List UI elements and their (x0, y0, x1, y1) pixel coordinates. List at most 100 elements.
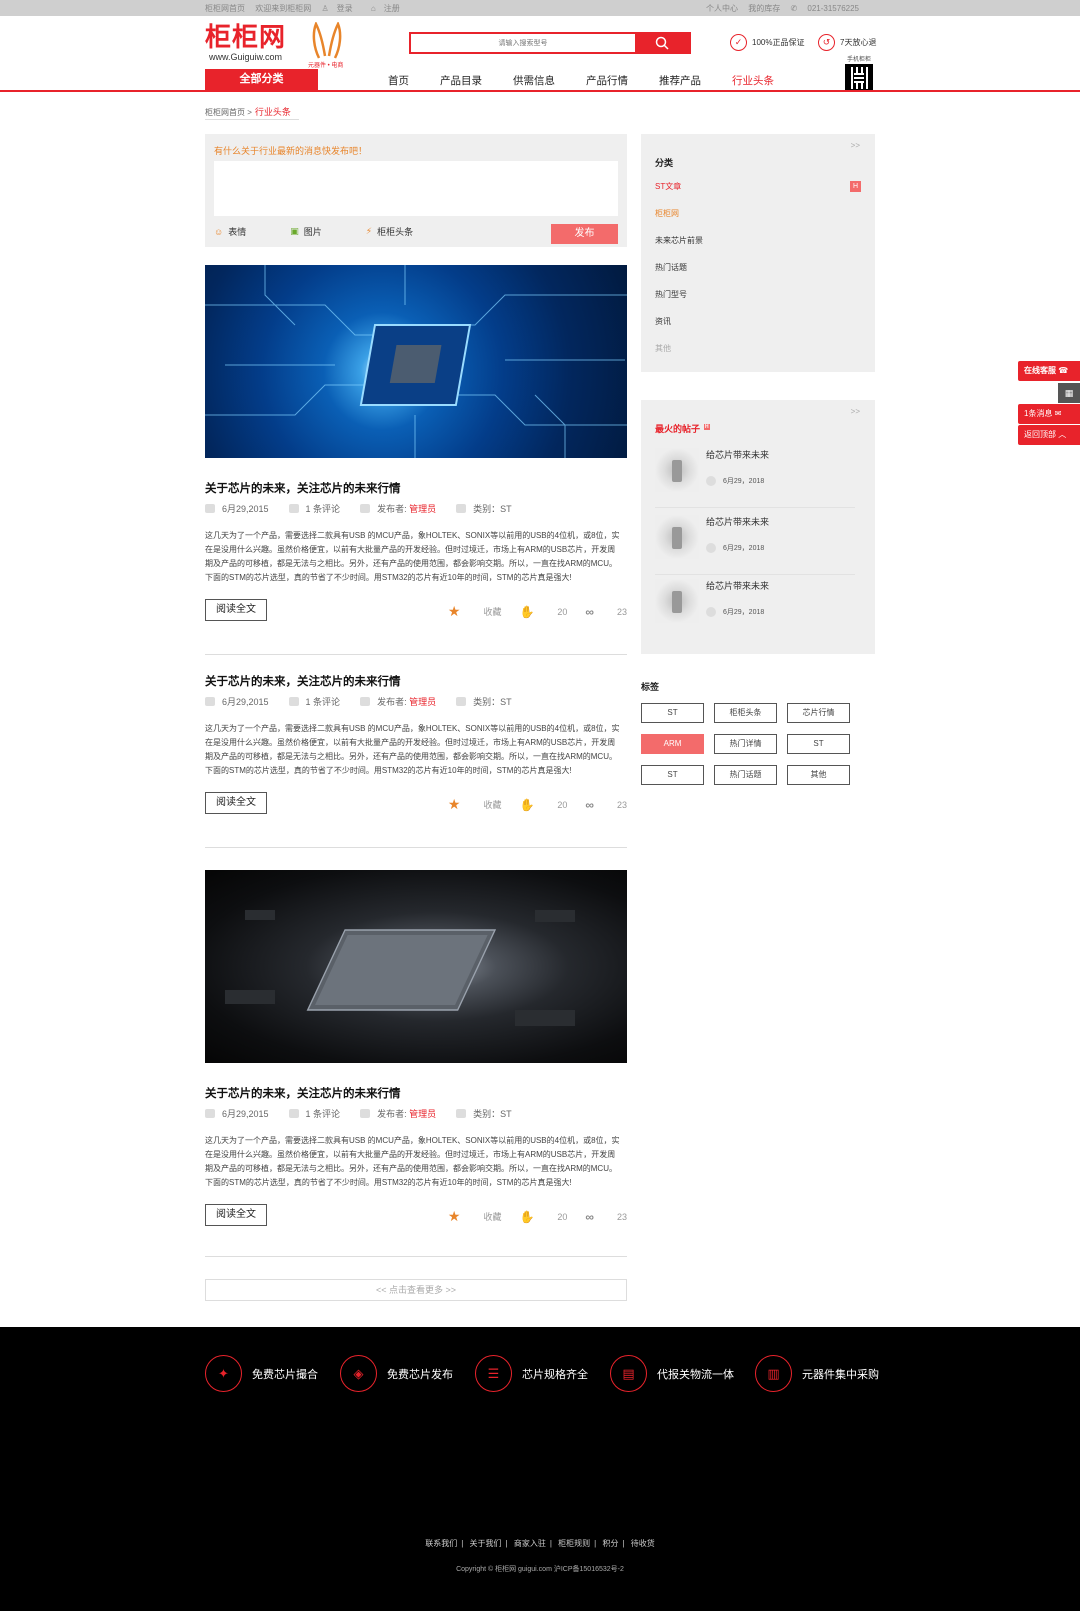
home-link[interactable]: 柜柜网首页 (205, 4, 245, 13)
article-image-circuit[interactable] (205, 265, 627, 458)
image-icon: ▣ (290, 226, 299, 236)
read-more-button[interactable]: 阅读全文 (205, 792, 267, 814)
favorite-button[interactable]: ★ 收藏 (448, 1208, 502, 1225)
category-item[interactable]: 未来芯片前景 (655, 235, 861, 262)
share-button[interactable]: ∞ 23 (585, 605, 627, 619)
tag-item[interactable]: 柜柜头条 (714, 703, 777, 723)
tag-item[interactable]: ST (641, 765, 704, 785)
hot-post-item[interactable]: 给芯片带来未来 6月29，2018 (655, 515, 855, 575)
guarantee-return: ↺ 7天放心退 (818, 34, 876, 51)
tag-item[interactable]: 热门话题 (714, 765, 777, 785)
favorite-button[interactable]: ★ 收藏 (448, 603, 502, 620)
footer-link-rules[interactable]: 柜柜规则 (558, 1539, 590, 1548)
breadcrumb: 柜柜网首页 > 行业头条 (205, 105, 299, 120)
hot-more-link[interactable]: >> (851, 407, 860, 416)
hot-post-item[interactable]: 给芯片带来未来 6月29，2018 (655, 579, 855, 639)
category-more-link[interactable]: >> (851, 141, 860, 150)
footer-link-pending[interactable]: 待收货 (631, 1539, 655, 1548)
article-comments[interactable]: 1 条评论 (288, 1107, 340, 1120)
composer-textarea[interactable] (214, 161, 618, 216)
hot-post-title: 给芯片带来未来 (706, 581, 770, 591)
login-link[interactable]: ♙ 登录 (321, 4, 360, 13)
article-card: 关于芯片的未来，关注芯片的未来行情 6月29,2015 1 条评论 发布者: 管… (205, 673, 627, 816)
tag-item-selected[interactable]: ARM (641, 734, 704, 754)
lock-icon: ⌂ (370, 4, 376, 13)
publish-button[interactable]: 发布 (551, 224, 618, 244)
like-button[interactable]: ✋ 20 (519, 798, 567, 812)
article-date: 6月29,2015 (205, 1107, 269, 1120)
category-item[interactable]: 热门型号 (655, 289, 861, 316)
nav-market[interactable]: 产品行情 (586, 73, 628, 88)
article-title[interactable]: 关于芯片的未来，关注芯片的未来行情 (205, 673, 627, 689)
tag-item[interactable]: 芯片行情 (787, 703, 850, 723)
site-logo[interactable]: 柜柜网 www.Guiguiw.com (205, 24, 286, 62)
like-button[interactable]: ✋ 20 (519, 605, 567, 619)
folder-icon (456, 1109, 467, 1118)
messages-button[interactable]: 1条消息 ✉ (1018, 404, 1080, 424)
like-button[interactable]: ✋ 20 (519, 1210, 567, 1224)
link-icon: ∞ (585, 797, 594, 812)
online-service-button[interactable]: 在线客服 ☎ (1018, 361, 1080, 381)
tag-item[interactable]: ST (787, 734, 850, 754)
article-category: 类别：ST (456, 695, 512, 708)
tag-item[interactable]: 其他 (787, 765, 850, 785)
footer-link-merchant[interactable]: 商家入驻 (514, 1539, 546, 1548)
article-title[interactable]: 关于芯片的未来，关注芯片的未来行情 (205, 1085, 627, 1101)
search-button[interactable] (635, 34, 689, 52)
category-item[interactable]: 其他 (655, 343, 861, 370)
tag-item[interactable]: 热门详情 (714, 734, 777, 754)
image-button[interactable]: ▣ 图片 (290, 225, 344, 238)
feature-logistics: ▤ 代报关物流一体 (610, 1355, 734, 1392)
clock-icon (205, 697, 215, 706)
article-title[interactable]: 关于芯片的未来，关注芯片的未来行情 (205, 480, 627, 496)
nav-supply-demand[interactable]: 供需信息 (513, 73, 555, 88)
register-link[interactable]: ⌂ 注册 (371, 4, 408, 13)
star-icon: ★ (447, 1208, 461, 1224)
post-thumbnail (655, 579, 699, 623)
nav-recommended[interactable]: 推荐产品 (659, 73, 701, 88)
thumbs-up-icon: ✋ (519, 797, 535, 812)
qr-toggle-button[interactable]: ▦ (1058, 383, 1080, 403)
my-inventory-link[interactable]: 我的库存 (748, 4, 780, 13)
article-comments[interactable]: 1 条评论 (288, 502, 340, 515)
category-item[interactable]: ST文章 H (655, 181, 861, 208)
load-more-button[interactable]: << 点击查看更多 >> (205, 1279, 627, 1301)
thumbs-up-icon: ✋ (519, 604, 535, 619)
favorite-button[interactable]: ★ 收藏 (448, 796, 502, 813)
nav-product-catalog[interactable]: 产品目录 (440, 73, 482, 88)
hot-post-item[interactable]: 给芯片带来未来 6月29，2018 (655, 448, 855, 508)
emoji-button[interactable]: ☺ 表情 (214, 225, 268, 238)
user-center-link[interactable]: 个人中心 (706, 4, 738, 13)
nav-industry-news[interactable]: 行业头条 (732, 73, 774, 88)
read-more-button[interactable]: 阅读全文 (205, 1204, 267, 1226)
post-composer: 有什么关于行业最新的消息快发布吧！ ☺ 表情 ▣ 图片 ⚡ 柜柜头条 发布 (205, 134, 627, 247)
share-button[interactable]: ∞ 23 (585, 798, 627, 812)
footer-link-contact[interactable]: 联系我们 (425, 1539, 457, 1548)
tag-item[interactable]: ST (641, 703, 704, 723)
back-to-top-button[interactable]: 返回顶部 ︿ (1018, 425, 1080, 445)
article-image-processor[interactable] (205, 870, 627, 1063)
share-button[interactable]: ∞ 23 (585, 1210, 627, 1224)
footer-link-about[interactable]: 关于我们 (470, 1539, 502, 1548)
nav-home[interactable]: 首页 (388, 73, 409, 88)
category-item[interactable]: 柜柜网 (655, 208, 861, 235)
footer-link-points[interactable]: 积分 (602, 1539, 618, 1548)
breadcrumb-home[interactable]: 柜柜网首页 > (205, 108, 252, 117)
search-input[interactable] (411, 34, 635, 52)
article-excerpt: 这几天为了一个产品，需要选择二款具有USB 的MCU产品，象HOLTEK、SON… (205, 724, 620, 775)
hot-badge: H (850, 181, 861, 192)
main-nav: 全部分类 首页 产品目录 供需信息 产品行情 推荐产品 行业头条 (0, 69, 1080, 92)
article-comments[interactable]: 1 条评论 (288, 695, 340, 708)
all-categories-button[interactable]: 全部分类 (205, 69, 318, 90)
feature-publish: ◈ 免费芯片发布 (340, 1355, 453, 1392)
free-icon: ✦ (205, 1355, 242, 1392)
logo-url: www.Guiguiw.com (209, 52, 283, 62)
guarantee-genuine: ✓ 100%正品保证 (730, 34, 804, 51)
category-item[interactable]: 热门话题 (655, 262, 861, 289)
headline-button[interactable]: ⚡ 柜柜头条 (366, 225, 435, 238)
tags-title: 标签 (641, 682, 660, 692)
read-more-button[interactable]: 阅读全文 (205, 599, 267, 621)
article-publisher: 发布者: 管理员 (360, 1107, 436, 1120)
clock-icon (706, 607, 716, 617)
category-item[interactable]: 资讯 (655, 316, 861, 343)
